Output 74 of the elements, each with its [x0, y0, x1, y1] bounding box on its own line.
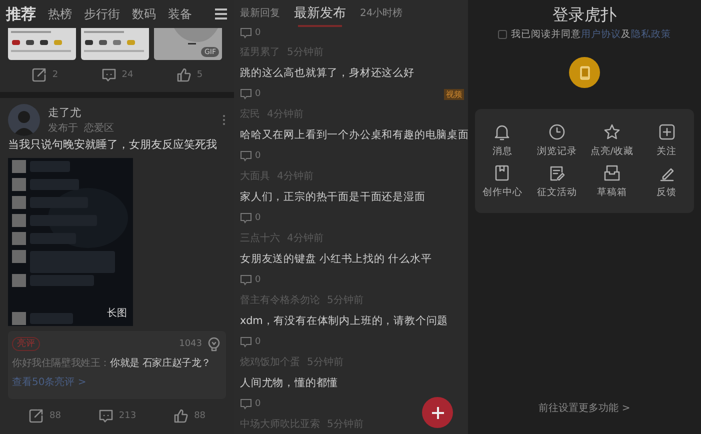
- plus-icon: [432, 406, 444, 418]
- nav-tab[interactable]: 推荐: [6, 4, 36, 24]
- comment-count: 0: [255, 28, 261, 38]
- comment-icon[interactable]: [240, 336, 252, 348]
- post-title[interactable]: 当我只说句晚安就睡了，女朋友反应笑死我: [0, 137, 234, 153]
- nav-tab[interactable]: 数码: [132, 6, 156, 22]
- feed-tab[interactable]: 最新发布: [294, 0, 346, 28]
- video-badge: 视频: [444, 88, 464, 100]
- share-count: 88: [49, 411, 61, 421]
- bulb-icon[interactable]: [206, 336, 222, 352]
- book-icon: [493, 164, 512, 182]
- phone-icon: [580, 66, 590, 80]
- share-icon[interactable]: [31, 67, 48, 83]
- plus-box-icon: [658, 123, 676, 141]
- menu-icon[interactable]: [214, 8, 228, 20]
- comment-count: 213: [118, 411, 136, 421]
- thread-title[interactable]: xdm，有没有在体制内上班的，请教个问题: [240, 311, 464, 331]
- note-edit-icon: [548, 164, 566, 182]
- comment-icon[interactable]: [240, 212, 252, 224]
- share-count: 2: [52, 70, 58, 80]
- comment-count: 0: [255, 213, 261, 223]
- thread-title[interactable]: 跳的这么高也就算了，身材还这么好: [240, 63, 464, 83]
- comment-icon[interactable]: [240, 150, 252, 162]
- comment-count: 0: [255, 89, 261, 99]
- settings-link[interactable]: 前往设置更多功能 >: [538, 401, 630, 415]
- like-icon[interactable]: [173, 408, 190, 424]
- phone-login-button[interactable]: [569, 57, 600, 88]
- comment-icon[interactable]: [98, 408, 114, 424]
- feature-item[interactable]: 创作中心: [475, 164, 530, 199]
- like-count: 5: [196, 70, 203, 80]
- comment-icon[interactable]: [240, 88, 252, 100]
- feed-tab[interactable]: 24小时榜: [360, 0, 403, 28]
- comment-icon[interactable]: [240, 28, 252, 39]
- author-name[interactable]: 走了尤: [48, 105, 114, 120]
- feed-tab[interactable]: 最新回复: [240, 0, 280, 28]
- tray-icon: [602, 164, 621, 182]
- comment-icon[interactable]: [240, 274, 252, 286]
- comment-count: 24: [122, 70, 134, 80]
- feature-item[interactable]: 草稿箱: [584, 164, 640, 199]
- long-image-label: 长图: [107, 306, 127, 320]
- feature-item[interactable]: 浏览记录: [530, 123, 584, 158]
- feature-item[interactable]: 点亮/收藏: [584, 123, 640, 158]
- login-title: 登录虎扑: [552, 4, 616, 26]
- commenter-name: 你好我住隔壁我姓王：: [12, 358, 110, 369]
- comment-count: 0: [255, 275, 261, 285]
- comment-text: 你就是 石家庄赵子龙？: [110, 358, 211, 369]
- like-count: 88: [194, 411, 206, 421]
- agreement-text: 我已阅读并同意用户协议及隐私政策: [511, 28, 671, 41]
- comment-icon[interactable]: [240, 398, 252, 410]
- agreement-checkbox[interactable]: [498, 30, 507, 39]
- add-button[interactable]: [422, 397, 453, 428]
- feature-item[interactable]: 反馈: [639, 164, 694, 199]
- nav-tab[interactable]: 步行街: [84, 6, 120, 22]
- hot-comment-badge: 亮评: [12, 337, 40, 351]
- comment-count: 0: [255, 399, 261, 409]
- thread-title[interactable]: 人间尤物，懂的都懂: [240, 373, 464, 393]
- nav-tab[interactable]: 热榜: [48, 6, 72, 22]
- feature-item[interactable]: 消息: [475, 123, 530, 158]
- share-icon[interactable]: [28, 408, 44, 424]
- thread-title[interactable]: 女朋友送的键盘 小红书上找的 什么水平: [240, 249, 464, 269]
- more-icon[interactable]: [222, 114, 226, 126]
- like-count: 1043: [179, 339, 202, 349]
- comment-count: 0: [255, 151, 261, 161]
- feature-item[interactable]: 征文活动: [530, 164, 584, 199]
- nav-tab[interactable]: 装备: [168, 6, 192, 22]
- feature-item[interactable]: 关注: [639, 123, 694, 158]
- bell-icon: [493, 123, 512, 141]
- clock-icon: [548, 123, 566, 141]
- star-icon: [602, 123, 621, 141]
- comment-count: 0: [255, 337, 261, 347]
- posted-in-label: 发布于: [48, 122, 78, 135]
- comment-icon[interactable]: [100, 67, 117, 83]
- thread-title[interactable]: 家人们，正宗的热干面是干面还是湿面: [240, 187, 464, 207]
- like-icon[interactable]: [176, 67, 192, 83]
